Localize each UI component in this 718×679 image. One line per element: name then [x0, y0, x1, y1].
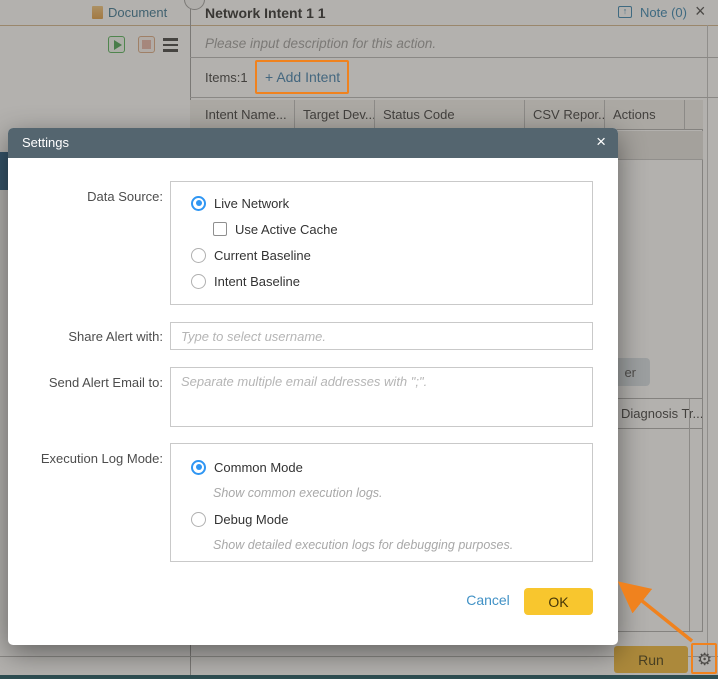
- modal-close-icon[interactable]: ×: [596, 132, 606, 152]
- cancel-button[interactable]: Cancel: [460, 592, 516, 608]
- radio-icon: [191, 460, 206, 475]
- modal-title: Settings: [22, 135, 69, 150]
- checkbox-use-active-cache[interactable]: Use Active Cache: [213, 220, 338, 238]
- radio-icon: [191, 248, 206, 263]
- modal-header: Settings ×: [8, 128, 618, 158]
- data-source-label: Data Source:: [8, 189, 163, 204]
- debug-mode-description: Show detailed execution logs for debuggi…: [213, 538, 513, 552]
- share-alert-input[interactable]: [170, 322, 593, 350]
- share-alert-label: Share Alert with:: [8, 329, 163, 344]
- radio-icon: [191, 196, 206, 211]
- app-window: Document Network Intent 1 1 ↑ Note (0) ×…: [0, 0, 718, 679]
- radio-common-mode[interactable]: Common Mode: [191, 458, 303, 476]
- radio-icon: [191, 512, 206, 527]
- radio-icon: [191, 274, 206, 289]
- send-email-label: Send Alert Email to:: [8, 375, 163, 390]
- checkbox-icon: [213, 222, 227, 236]
- radio-intent-baseline[interactable]: Intent Baseline: [191, 272, 300, 290]
- radio-debug-mode[interactable]: Debug Mode: [191, 510, 288, 528]
- send-email-textarea[interactable]: [170, 367, 593, 427]
- common-mode-description: Show common execution logs.: [213, 486, 383, 500]
- radio-current-baseline[interactable]: Current Baseline: [191, 246, 311, 264]
- ok-button[interactable]: OK: [524, 588, 593, 615]
- data-source-group: Live Network Use Active Cache Current Ba…: [170, 181, 593, 305]
- radio-live-network[interactable]: Live Network: [191, 194, 289, 212]
- log-mode-group: Common Mode Show common execution logs. …: [170, 443, 593, 562]
- log-mode-label: Execution Log Mode:: [8, 451, 163, 466]
- settings-modal: Settings × Data Source: Live Network Use…: [8, 128, 618, 645]
